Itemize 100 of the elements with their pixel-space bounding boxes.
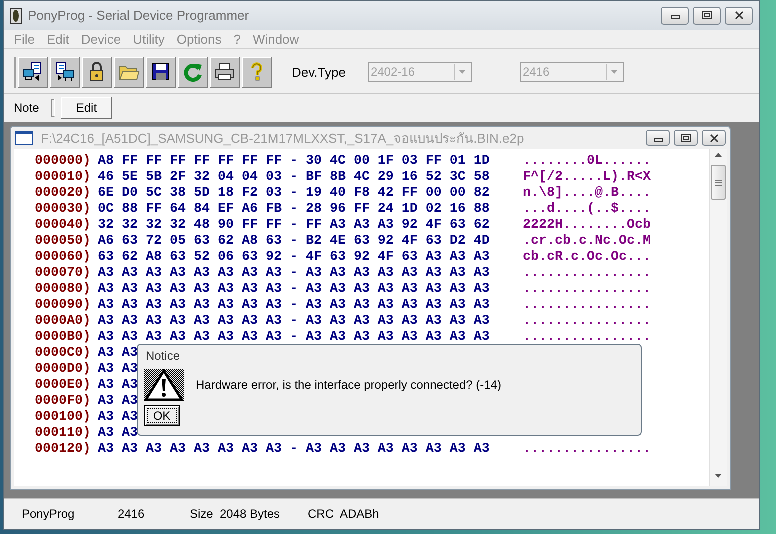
address-label: 000110) [35,426,92,442]
restore-button[interactable] [693,6,721,24]
address-label: 000090) [35,298,92,314]
restore-button[interactable] [674,130,698,146]
hex-bytes: 6E D0 5C 38 5D 18 F2 03 - 19 40 F8 42 FF 00 00 82 [98,186,490,201]
vertical-scrollbar[interactable] [709,149,727,486]
hex-bytes: 0C 88 FF 64 84 EF A6 FB - 28 96 FF 24 1D 02 16 88 [98,202,490,217]
hex-bytes: A3 A3 A3 A3 A3 A3 A3 A3 - A3 A3 A3 A3 A3 A3 A3 A3 [98,266,490,281]
menu-item[interactable]: Options [170,32,228,46]
close-icon [708,134,720,142]
hex-bytes: A3 A3 [98,410,138,425]
reload-button[interactable] [178,56,208,88]
print-button[interactable] [210,56,240,88]
menu-item[interactable]: Utility [127,32,171,46]
device-type-label: Dev.Type [292,64,346,80]
ascii-text: ................ [523,282,651,298]
status-text: 2416 [118,507,146,521]
hex-bytes: A3 A3 [98,362,138,377]
status-text: Size 2048 Bytes [190,507,282,521]
hex-bytes: A3 A3 A3 A3 A3 A3 A3 A3 - A3 A3 A3 A3 A3 A3 A3 A3 [98,282,490,297]
close-button[interactable] [725,6,753,24]
ascii-text: ................ [523,314,651,330]
warning-icon [144,369,184,401]
address-label: 000020) [35,186,92,202]
close-button[interactable] [702,130,726,146]
scroll-up-icon [715,153,722,157]
menu-item[interactable]: File [8,32,41,46]
help-button[interactable] [242,56,272,88]
hex-bytes: A3 A3 A3 A3 A3 A3 A3 A3 - A3 A3 A3 A3 A3 A3 A3 A3 [98,330,490,345]
hex-bytes: A3 A3 [98,426,138,441]
menu-item[interactable]: Device [75,32,128,46]
address-label: 0000B0) [35,330,92,346]
status-text: PonyProg [22,507,76,521]
hex-bytes: A6 63 72 05 63 62 A8 63 - B2 4E 63 92 4F 63 D2 4D [98,234,490,249]
address-label: 0000C0) [35,346,92,362]
restore-icon [700,11,714,20]
window-title: PonyProg - Serial Device Programmer [28,8,250,23]
address-label: 000120) [35,442,92,458]
ascii-text: ................ [523,330,651,346]
scrollbar-thumb[interactable] [711,165,726,200]
ascii-text: ................ [523,298,651,314]
dropdown-arrow-icon [611,70,618,74]
app-icon [10,8,22,24]
address-label: 000040) [35,218,92,234]
address-label: 000010) [35,170,92,186]
hex-bytes: A3 A3 A3 A3 A3 A3 A3 A3 - A3 A3 A3 A3 A3 A3 A3 A3 [98,298,490,313]
ascii-text: ...d....(..$.... [523,202,651,218]
dropdown-arrow-icon [459,70,466,74]
document-title: F:\24C16_[A51DC]_SAMSUNG_CB-21M17MLXXST,_S17A_จอแบนประกัน.BIN.e2p [41,130,526,148]
edit-button[interactable]: Edit [61,97,112,119]
document-icon [15,131,33,145]
hex-bytes: A8 FF FF FF FF FF FF FF - 30 4C 00 1F 03 FF 01 1D [98,154,490,169]
read-device-icon [22,61,44,83]
ascii-text: ................ [523,442,651,458]
hex-bytes: A3 A3 A3 A3 A3 A3 A3 A3 - A3 A3 A3 A3 A3 A3 A3 A3 [98,314,490,329]
note-label: Note [14,101,40,115]
hex-bytes: A3 A3 A3 A3 A3 A3 A3 A3 - A3 A3 A3 A3 A3 A3 A3 A3 [98,442,490,457]
lock-button[interactable] [82,56,112,88]
ascii-text: cb.cR.c.Oc.Oc... [523,250,651,266]
grip-icon [715,180,722,186]
minimize-button[interactable] [661,6,689,24]
address-label: 000000) [35,154,92,170]
menu-item[interactable]: Edit [40,32,76,46]
menu-item[interactable]: Window [246,32,306,46]
hex-bytes: 46 5E 5B 2F 32 04 04 03 - BF 8B 4C 29 16 52 3C 58 [98,170,490,185]
write-device-icon [54,61,76,83]
minimize-button[interactable] [646,130,670,146]
write-button[interactable] [50,56,80,88]
ascii-text: ........0L...... [523,154,651,170]
save-button[interactable] [146,56,176,88]
address-label: 000030) [35,202,92,218]
address-label: 000050) [35,234,92,250]
menu-item[interactable]: ? [228,32,247,46]
ascii-text: F^[/2.....L).R<X [523,170,651,186]
read-button[interactable] [18,56,48,88]
error-message: Hardware error, is the interface properly connected? (-14) [196,378,502,392]
open-button[interactable] [114,56,144,88]
address-label: 000060) [35,250,92,266]
ascii-text: n.\8]....@.B.... [523,186,651,202]
ascii-text: 2222H........Ocb [523,218,651,234]
status-text: CRC ADABh [308,507,380,521]
address-label: 000070) [35,266,92,282]
address-label: 000080) [35,282,92,298]
hex-bytes: 63 62 A8 63 52 06 63 92 - 4F 63 92 4F 63 A3 A3 A3 [98,250,490,265]
printer-icon [214,61,236,83]
address-label: 0000D0) [35,362,92,378]
ok-button[interactable]: OK [144,405,180,426]
address-label: 000100) [35,410,92,426]
scroll-down-icon [715,474,722,478]
hex-bytes: A3 A3 [98,378,138,393]
refresh-icon [182,61,204,83]
restore-icon [680,134,692,142]
hex-bytes: A3 A3 [98,346,138,361]
ascii-text: ................ [523,266,651,282]
address-label: 0000F0) [35,394,92,410]
address-label: 0000A0) [35,314,92,330]
dialog-title: Notice [146,349,182,363]
ascii-text: .cr.cb.c.Nc.Oc.M [523,234,651,250]
hex-bytes: 32 32 32 32 48 90 FF FF - FF A3 A3 A3 92 4F 63 62 [98,218,490,233]
hex-bytes: A3 A3 [98,394,138,409]
